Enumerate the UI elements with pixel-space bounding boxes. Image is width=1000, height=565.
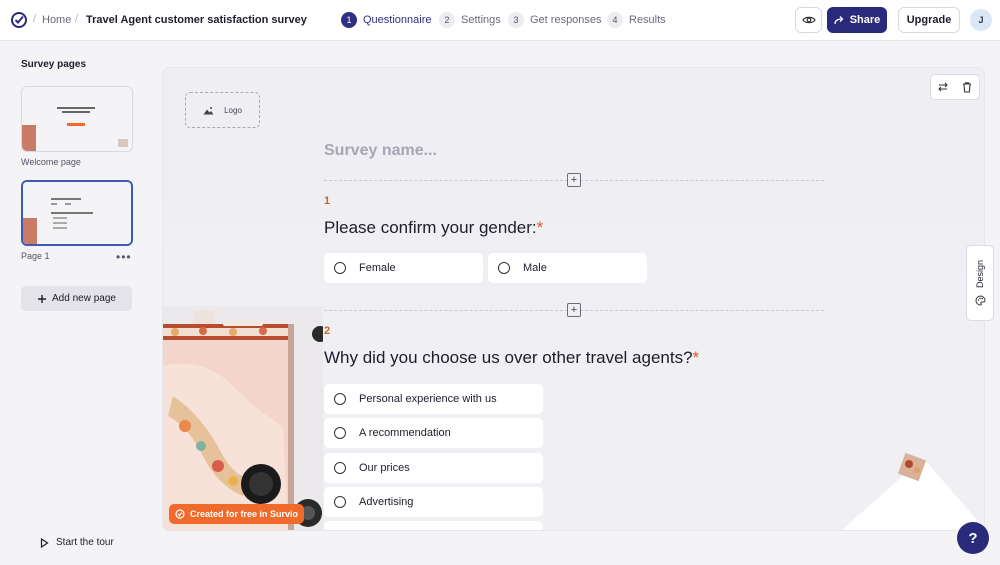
design-tab[interactable]: Design — [966, 245, 994, 321]
check-badge-icon — [175, 509, 185, 519]
swap-icon[interactable] — [937, 81, 949, 93]
option-label: Male — [523, 262, 547, 274]
survey-canvas: Logo Survey name... + 1 Please confirm y… — [162, 67, 985, 531]
step-number: 3 — [508, 12, 524, 28]
question-label: Please confirm your gender: — [324, 218, 537, 237]
badge-label: Created for free in Survio — [189, 509, 299, 519]
step-number: 4 — [607, 12, 623, 28]
user-avatar[interactable]: J — [970, 9, 992, 31]
survey-name-input[interactable]: Survey name... — [324, 142, 437, 160]
corner-decoration — [842, 452, 984, 530]
page-label-page-1: Page 1 — [21, 251, 50, 261]
radio-button[interactable] — [334, 427, 346, 439]
page-1-preview — [23, 182, 131, 244]
step-label: Get responses — [530, 14, 602, 26]
step-results[interactable]: 4 Results — [607, 11, 666, 29]
preview-button[interactable] — [795, 7, 822, 33]
add-new-page-label: Add new page — [52, 293, 116, 304]
option-label: A recommendation — [359, 427, 451, 439]
answer-option[interactable]: Female — [324, 253, 483, 283]
step-number: 2 — [439, 12, 455, 28]
welcome-page-preview — [22, 87, 132, 151]
trash-icon[interactable] — [961, 81, 973, 93]
canvas-toolbar — [930, 74, 980, 100]
step-settings[interactable]: 2 Settings — [439, 11, 501, 29]
breadcrumb-separator: / — [33, 13, 37, 25]
step-label: Questionnaire — [363, 14, 432, 26]
suitcase-photo — [163, 306, 323, 530]
step-label: Results — [629, 14, 666, 26]
radio-button[interactable] — [498, 262, 510, 274]
breadcrumb-home-link[interactable]: Home — [42, 14, 71, 26]
page-more-options-icon[interactable]: ••• — [116, 250, 132, 264]
required-asterisk: * — [692, 348, 700, 367]
radio-button[interactable] — [334, 262, 346, 274]
upgrade-button[interactable]: Upgrade — [898, 7, 960, 33]
required-asterisk: * — [536, 218, 544, 237]
start-tour-label: Start the tour — [56, 537, 114, 548]
eye-icon — [801, 16, 816, 24]
step-number: 1 — [341, 12, 357, 28]
sidebar-title: Survey pages — [21, 59, 87, 70]
start-tour-button[interactable]: Start the tour — [40, 537, 114, 548]
share-label: Share — [849, 14, 881, 26]
step-questionnaire[interactable]: 1 Questionnaire — [341, 11, 432, 29]
option-label: Our prices — [359, 462, 410, 474]
answer-option[interactable]: Male — [488, 253, 647, 283]
question-label: Why did you choose us over other travel … — [324, 348, 693, 367]
answer-option-partial[interactable] — [324, 521, 543, 530]
option-label: Personal experience with us — [359, 393, 497, 405]
question-text[interactable]: Please confirm your gender:* — [324, 218, 543, 238]
page-thumbnail-page-1[interactable] — [21, 180, 133, 246]
question-text[interactable]: Why did you choose us over other travel … — [324, 348, 699, 368]
palette-icon — [975, 294, 986, 306]
plus-icon — [38, 294, 47, 303]
step-label: Settings — [461, 14, 501, 26]
answer-option[interactable]: Our prices — [324, 453, 543, 483]
add-new-page-button[interactable]: Add new page — [21, 286, 132, 311]
top-bar: / Home / Travel Agent customer satisfact… — [0, 0, 1000, 41]
option-label: Female — [359, 262, 396, 274]
help-button[interactable]: ? — [957, 522, 989, 554]
breadcrumb-separator: / — [75, 13, 79, 25]
step-get-responses[interactable]: 3 Get responses — [508, 11, 602, 29]
page-thumbnail-welcome[interactable] — [21, 86, 133, 152]
page-label-welcome: Welcome page — [21, 157, 81, 167]
logo-label: Logo — [224, 105, 242, 115]
question-number: 1 — [324, 195, 331, 207]
radio-button[interactable] — [334, 393, 346, 405]
answer-option[interactable]: Personal experience with us — [324, 384, 543, 414]
option-label: Advertising — [359, 496, 414, 508]
radio-button[interactable] — [334, 462, 346, 474]
share-arrow-icon — [834, 15, 844, 24]
question-number: 2 — [324, 325, 331, 337]
design-tab-label: Design — [975, 260, 985, 289]
app-logo-icon[interactable] — [10, 11, 28, 29]
survey-title: Travel Agent customer satisfaction surve… — [86, 14, 307, 26]
add-question-icon[interactable]: + — [567, 303, 581, 317]
add-question-icon[interactable]: + — [567, 173, 581, 187]
answer-option[interactable]: A recommendation — [324, 418, 543, 448]
share-button[interactable]: Share — [827, 7, 887, 33]
radio-button[interactable] — [334, 496, 346, 508]
answer-option[interactable]: Advertising — [324, 487, 543, 517]
logo-upload-placeholder[interactable]: Logo — [185, 92, 260, 128]
image-icon — [203, 106, 214, 114]
play-icon — [40, 537, 49, 548]
created-with-survio-badge[interactable]: Created for free in Survio — [169, 504, 304, 524]
